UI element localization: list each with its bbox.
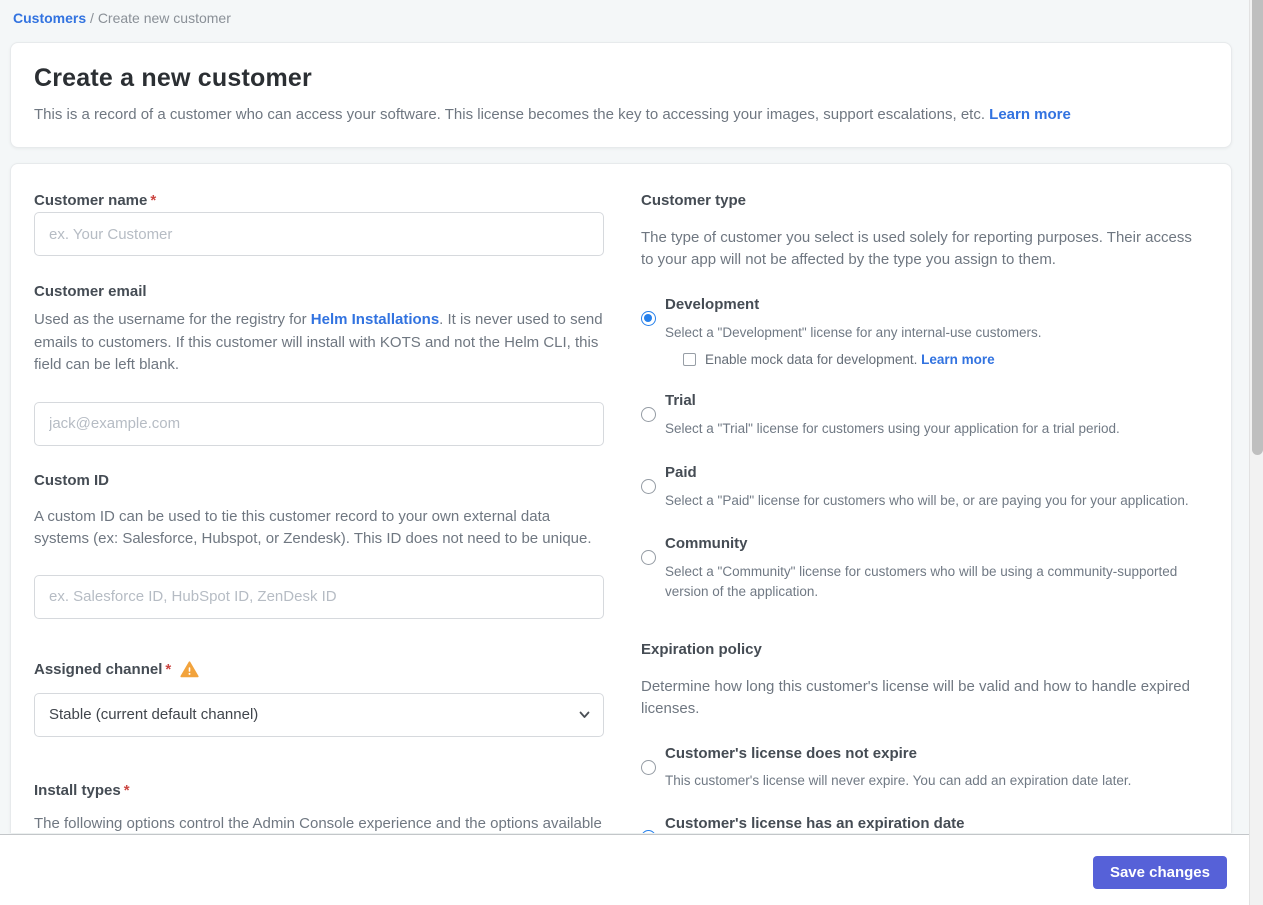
custom-id-input[interactable] [34, 574, 604, 619]
required-asterisk: * [123, 781, 130, 799]
option-description: Select a "Development" license for any i… [665, 324, 1042, 340]
custom-id-help: A custom ID can be used to tie this cust… [34, 507, 592, 548]
scrollbar-thumb[interactable] [1251, 0, 1263, 455]
radio-license-has-expiration[interactable] [641, 830, 656, 833]
form-footer: Save changes [0, 834, 1263, 905]
custom-id-label: Custom ID [34, 471, 109, 489]
customer-type-option-development: Development Select a "Development" licen… [641, 295, 1196, 367]
expiration-option-has-date: Customer's license has an expiration dat… [641, 816, 1196, 833]
save-changes-button[interactable]: Save changes [1092, 856, 1227, 889]
customer-type-option-community: Community Select a "Community" license f… [641, 536, 1196, 601]
warning-triangle-icon [180, 661, 199, 678]
radio-paid[interactable] [641, 478, 656, 494]
mock-data-learn-more-link[interactable]: Learn more [921, 352, 995, 367]
option-title: Trial [665, 392, 696, 410]
mock-data-checkbox-label: Enable mock data for development. Learn … [705, 352, 995, 368]
customer-type-option-paid: Paid Select a "Paid" license for custome… [641, 463, 1196, 511]
page-description: This is a record of a customer who can a… [34, 106, 1071, 123]
expiration-policy-label: Expiration policy [641, 641, 762, 659]
header-card: Create a new customer This is a record o… [10, 42, 1232, 148]
option-title: Community [665, 535, 748, 553]
option-title: Customer's license does not expire [665, 744, 917, 762]
radio-trial[interactable] [641, 407, 656, 423]
install-types-label: Install types * [34, 781, 130, 799]
assigned-channel-label: Assigned channel * [34, 660, 604, 680]
install-types-help: The following options control the Admin … [34, 814, 602, 832]
form-left-column: Customer name* Customer email Used as th… [34, 191, 604, 833]
assigned-channel-select[interactable]: Stable (current default channel) [34, 692, 604, 737]
create-customer-form: Customer name* Customer email Used as th… [10, 163, 1232, 833]
expiration-policy-description: Determine how long this customer's licen… [641, 678, 1190, 718]
option-description: Select a "Trial" license for customers u… [665, 421, 1120, 437]
mock-data-checkbox[interactable] [683, 353, 696, 367]
customer-type-label: Customer type [641, 192, 747, 209]
required-asterisk: * [150, 192, 157, 209]
radio-community[interactable] [641, 550, 656, 566]
radio-license-does-not-expire[interactable] [641, 759, 656, 775]
breadcrumb-current: Create new customer [97, 10, 231, 26]
mock-data-checkbox-row: Enable mock data for development. Learn … [683, 352, 1196, 367]
customer-name-input[interactable] [34, 212, 604, 256]
breadcrumb: Customers / Create new customer [13, 10, 231, 26]
customer-email-input[interactable] [34, 401, 604, 446]
expiration-option-no-expire: Customer's license does not expire This … [641, 744, 1196, 791]
customer-email-label: Customer email [34, 283, 147, 300]
option-title: Paid [665, 463, 697, 481]
customer-email-help: Used as the username for the registry fo… [34, 311, 603, 373]
option-title: Customer's license has an expiration dat… [665, 815, 965, 833]
assigned-channel-select-wrap: Stable (current default channel) [34, 692, 604, 737]
customer-name-label: Customer name * [34, 192, 157, 209]
customer-type-description: The type of customer you select is used … [641, 229, 1192, 268]
header-learn-more-link[interactable]: Learn more [989, 106, 1071, 123]
option-description: Select a "Community" license for custome… [665, 564, 1178, 599]
required-asterisk: * [165, 660, 172, 678]
scrollbar-track[interactable] [1249, 0, 1263, 905]
option-description: Select a "Paid" license for customers wh… [665, 492, 1189, 508]
customer-type-option-trial: Trial Select a "Trial" license for custo… [641, 393, 1196, 439]
option-description: This customer's license will never expir… [665, 772, 1132, 788]
option-title: Development [665, 295, 760, 313]
helm-installations-link[interactable]: Helm Installations [311, 311, 439, 328]
radio-development[interactable] [641, 310, 656, 326]
breadcrumb-separator: / [90, 10, 98, 26]
expiration-policy-section: Expiration policy Determine how long thi… [641, 640, 1196, 833]
page-title: Create a new customer [34, 64, 312, 92]
breadcrumb-customers-link[interactable]: Customers [13, 10, 86, 26]
form-right-column: Customer type The type of customer you s… [641, 191, 1196, 833]
